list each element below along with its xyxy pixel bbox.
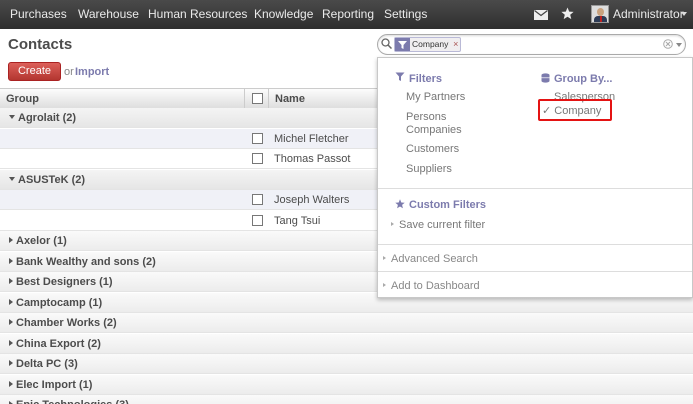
facet-remove-icon[interactable]: × bbox=[453, 38, 458, 51]
caret-right-icon bbox=[9, 298, 13, 305]
top-navbar: Purchases Warehouse Human Resources Know… bbox=[0, 0, 693, 29]
group-row[interactable]: China Export (2) bbox=[0, 333, 693, 354]
clear-search-icon[interactable] bbox=[663, 39, 673, 49]
menu-knowledge[interactable]: Knowledge bbox=[254, 0, 313, 29]
groupby-heading: Group By... bbox=[554, 73, 613, 85]
row-checkbox[interactable] bbox=[252, 153, 263, 164]
filter-companies[interactable]: Companies bbox=[406, 124, 462, 136]
contact-name: Thomas Passot bbox=[274, 153, 351, 165]
star-icon bbox=[395, 199, 405, 209]
row-checkbox[interactable] bbox=[252, 214, 263, 226]
select-all-checkbox[interactable] bbox=[252, 93, 263, 104]
menu-warehouse[interactable]: Warehouse bbox=[78, 0, 139, 29]
caret-right-icon bbox=[9, 380, 13, 387]
caret-right-icon bbox=[9, 339, 13, 346]
menu-reporting[interactable]: Reporting bbox=[322, 0, 374, 29]
star-icon[interactable] bbox=[561, 7, 574, 20]
menu-human-resources[interactable]: Human Resources bbox=[148, 0, 247, 29]
group-label: Camptocamp (1) bbox=[9, 297, 102, 309]
groupby-facet-icon bbox=[395, 38, 410, 51]
filter-persons[interactable]: Persons bbox=[406, 111, 446, 123]
add-to-dashboard[interactable]: Add to Dashboard bbox=[383, 280, 480, 292]
expand-arrow-icon bbox=[391, 222, 394, 226]
group-label: Elec Import (1) bbox=[9, 379, 92, 391]
filter-icon bbox=[395, 72, 405, 81]
caret-right-icon bbox=[9, 257, 13, 264]
group-label: Best Designers (1) bbox=[9, 276, 113, 288]
caret-right-icon bbox=[9, 237, 13, 243]
contact-name: Tang Tsui bbox=[274, 214, 321, 227]
contact-name: Michel Fletcher bbox=[274, 132, 349, 145]
highlight-box bbox=[538, 99, 612, 121]
search-icon bbox=[381, 38, 392, 49]
caret-down-icon bbox=[9, 176, 15, 181]
group-row[interactable]: Chamber Works (2) bbox=[0, 313, 693, 333]
search-drawer-toggle-icon[interactable] bbox=[676, 43, 682, 47]
contact-name: Joseph Walters bbox=[274, 194, 350, 206]
mail-icon[interactable] bbox=[534, 10, 548, 20]
filters-heading: Filters bbox=[409, 73, 443, 85]
facet-label: Company bbox=[412, 39, 449, 49]
caret-down-icon bbox=[9, 115, 15, 119]
group-label: ASUSTeK (2) bbox=[9, 174, 85, 186]
filter-customers[interactable]: Customers bbox=[406, 143, 459, 155]
caret-right-icon bbox=[9, 278, 13, 284]
menu-purchases[interactable]: Purchases bbox=[10, 0, 67, 29]
custom-filters-heading: Custom Filters bbox=[409, 199, 487, 211]
user-menu-name[interactable]: Administrator bbox=[613, 0, 684, 29]
row-checkbox[interactable] bbox=[252, 132, 263, 144]
expand-arrow-icon bbox=[383, 256, 386, 260]
group-label: Bank Wealthy and sons (2) bbox=[9, 256, 156, 268]
page-title: Contacts bbox=[8, 36, 73, 53]
user-avatar[interactable] bbox=[591, 5, 609, 23]
group-label: Axelor (1) bbox=[9, 235, 67, 247]
group-label: China Export (2) bbox=[9, 338, 101, 350]
chevron-down-icon[interactable] bbox=[681, 12, 687, 16]
advanced-search[interactable]: Advanced Search bbox=[383, 253, 478, 265]
filter-suppliers[interactable]: Suppliers bbox=[406, 163, 452, 175]
database-icon bbox=[541, 73, 550, 83]
filter-my-partners[interactable]: My Partners bbox=[406, 91, 465, 103]
group-row[interactable]: Epic Technologies (3) bbox=[0, 395, 693, 404]
group-row[interactable]: Elec Import (1) bbox=[0, 374, 693, 395]
column-header-group[interactable]: Group bbox=[6, 93, 39, 105]
expand-arrow-icon bbox=[383, 283, 386, 287]
or-label: or bbox=[64, 66, 74, 78]
search-facet-groupby[interactable]: Company × bbox=[394, 37, 462, 52]
import-link[interactable]: Import bbox=[75, 66, 109, 78]
search-drawer: Filters My Partners Persons Companies Cu… bbox=[377, 57, 693, 298]
group-label: Agrolait (2) bbox=[9, 112, 76, 124]
create-button[interactable]: Create bbox=[8, 62, 61, 81]
group-label: Delta PC (3) bbox=[9, 358, 78, 370]
group-row[interactable]: Delta PC (3) bbox=[0, 354, 693, 374]
caret-right-icon bbox=[9, 360, 13, 366]
caret-right-icon bbox=[9, 319, 13, 325]
row-checkbox[interactable] bbox=[252, 194, 263, 205]
column-header-name[interactable]: Name bbox=[275, 93, 305, 105]
group-label: Chamber Works (2) bbox=[9, 317, 117, 329]
menu-settings[interactable]: Settings bbox=[384, 0, 427, 29]
group-label: Epic Technologies (3) bbox=[9, 399, 129, 404]
save-current-filter[interactable]: Save current filter bbox=[391, 219, 485, 231]
